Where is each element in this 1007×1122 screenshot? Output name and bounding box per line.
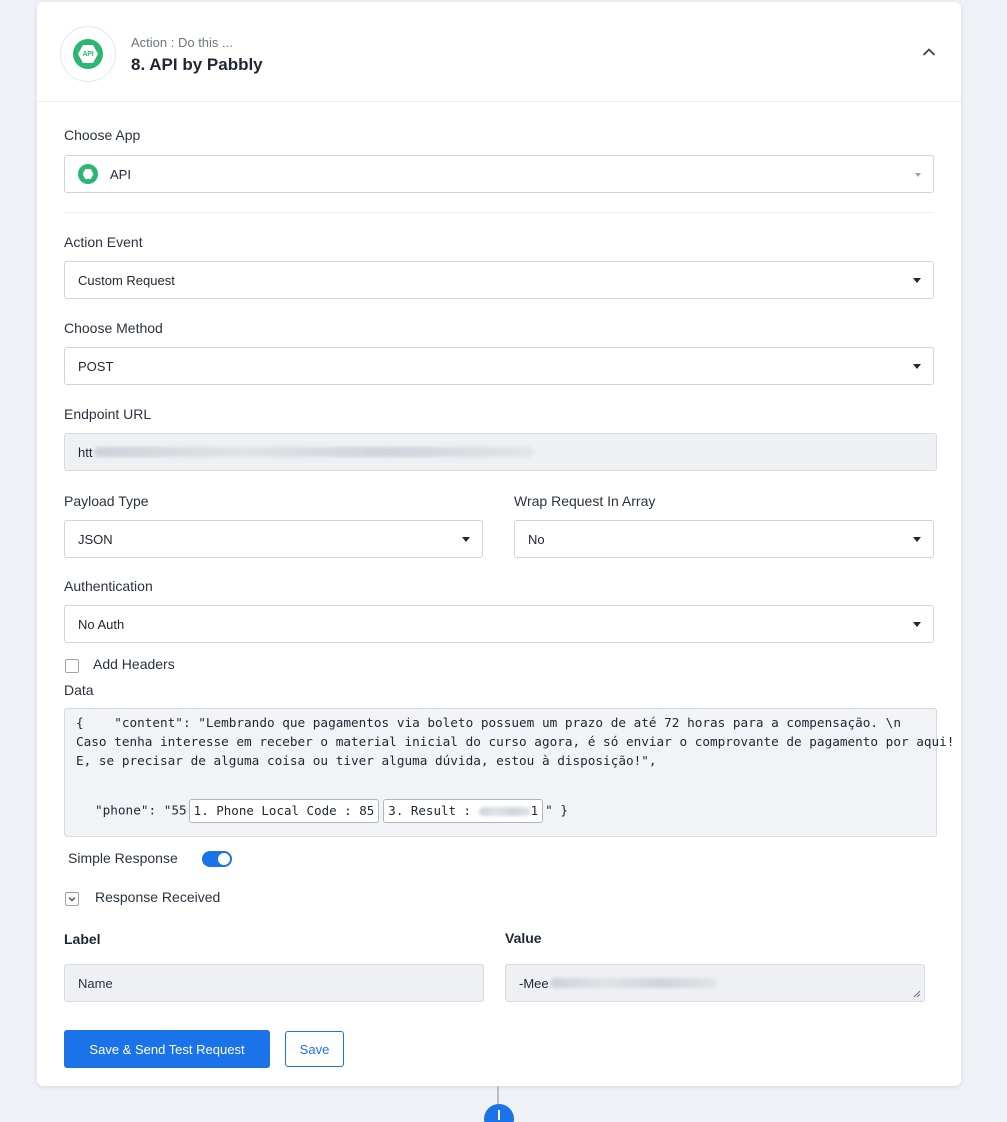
result-token-label: 3. Result : <box>388 803 472 818</box>
redacted-value <box>549 978 718 988</box>
add-headers-label: Add Headers <box>93 656 175 672</box>
action-event-label: Action Event <box>64 234 143 250</box>
redacted-url <box>94 447 535 457</box>
response-received-label: Response Received <box>95 889 221 905</box>
phone-suffix: " } <box>545 802 569 818</box>
api-app-logo: API <box>60 26 116 82</box>
response-received-toggle[interactable] <box>65 892 79 906</box>
data-line-1: { "content": "Lembrando que pagamentos v… <box>76 715 901 730</box>
add-step-plus-icon[interactable] <box>484 1104 514 1122</box>
endpoint-url-field[interactable]: htt <box>64 433 937 471</box>
choose-app-value: API <box>110 166 131 182</box>
wrap-request-select[interactable]: No <box>514 520 934 558</box>
endpoint-url-label: Endpoint URL <box>64 406 152 422</box>
api-icon <box>78 164 98 184</box>
step-header[interactable]: API Action : Do this ... 8. API by Pabbl… <box>37 2 961 102</box>
choose-app-label: Choose App <box>64 127 141 143</box>
response-value-prefix: -Mee <box>519 975 549 991</box>
choose-app-select[interactable]: API <box>64 155 934 193</box>
chevron-up-icon[interactable] <box>921 44 937 60</box>
authentication-select[interactable]: No Auth <box>64 605 934 643</box>
step-title: 8. API by Pabbly <box>131 55 263 74</box>
chevron-down-icon <box>68 897 76 902</box>
wrap-request-value: No <box>528 531 545 547</box>
caret-down-icon <box>462 537 470 542</box>
data-phone-line: "phone": "55 1. Phone Local Code : 85 3. R… <box>95 799 568 823</box>
endpoint-url-value: htt <box>78 444 93 460</box>
divider <box>64 212 934 213</box>
data-line-2: Caso tenha interesse em receber o materi… <box>76 734 955 749</box>
phone-local-code-token[interactable]: 1. Phone Local Code : 85 <box>188 799 380 823</box>
step-connector <box>497 1086 499 1106</box>
data-line-3: E, se precisar de alguma coisa ou tiver … <box>76 753 657 768</box>
resize-handle-icon[interactable] <box>912 989 921 998</box>
data-textarea[interactable]: { "content": "Lembrando que pagamentos v… <box>64 708 954 837</box>
phone-prefix: "phone": "55 <box>95 802 187 818</box>
authentication-value: No Auth <box>78 616 125 632</box>
caret-down-icon <box>913 364 921 369</box>
simple-response-label: Simple Response <box>68 850 178 866</box>
save-button[interactable]: Save <box>285 1031 344 1067</box>
add-headers-checkbox[interactable] <box>65 659 79 673</box>
action-step-card: API Action : Do this ... 8. API by Pabbl… <box>37 2 961 1086</box>
result-token[interactable]: 3. Result : 1 <box>383 799 544 823</box>
payload-type-select[interactable]: JSON <box>64 520 483 558</box>
result-token-tail: 1 <box>530 803 539 818</box>
chevron-down-icon <box>915 173 921 177</box>
payload-type-label: Payload Type <box>64 493 149 509</box>
value-column-header: Value <box>505 930 542 946</box>
action-event-value: Custom Request <box>78 272 175 288</box>
authentication-label: Authentication <box>64 578 153 594</box>
wrap-request-label: Wrap Request In Array <box>514 493 656 509</box>
response-value-field[interactable]: -Mee <box>505 964 925 1002</box>
redacted-result <box>478 807 531 816</box>
step-type-label: Action : Do this ... <box>131 35 233 50</box>
api-logo-icon: API <box>73 39 103 69</box>
choose-method-select[interactable]: POST <box>64 347 934 385</box>
label-column-header: Label <box>64 931 101 947</box>
save-and-send-test-button[interactable]: Save & Send Test Request <box>64 1030 270 1068</box>
response-label-field[interactable]: Name <box>64 964 484 1002</box>
choose-method-label: Choose Method <box>64 320 163 336</box>
choose-method-value: POST <box>78 358 114 374</box>
caret-down-icon <box>913 278 921 283</box>
action-event-select[interactable]: Custom Request <box>64 261 934 299</box>
caret-down-icon <box>913 622 921 627</box>
simple-response-toggle[interactable] <box>202 851 232 867</box>
response-label-value: Name <box>78 975 113 991</box>
caret-down-icon <box>913 537 921 542</box>
payload-type-value: JSON <box>78 531 113 547</box>
data-label: Data <box>64 682 94 698</box>
